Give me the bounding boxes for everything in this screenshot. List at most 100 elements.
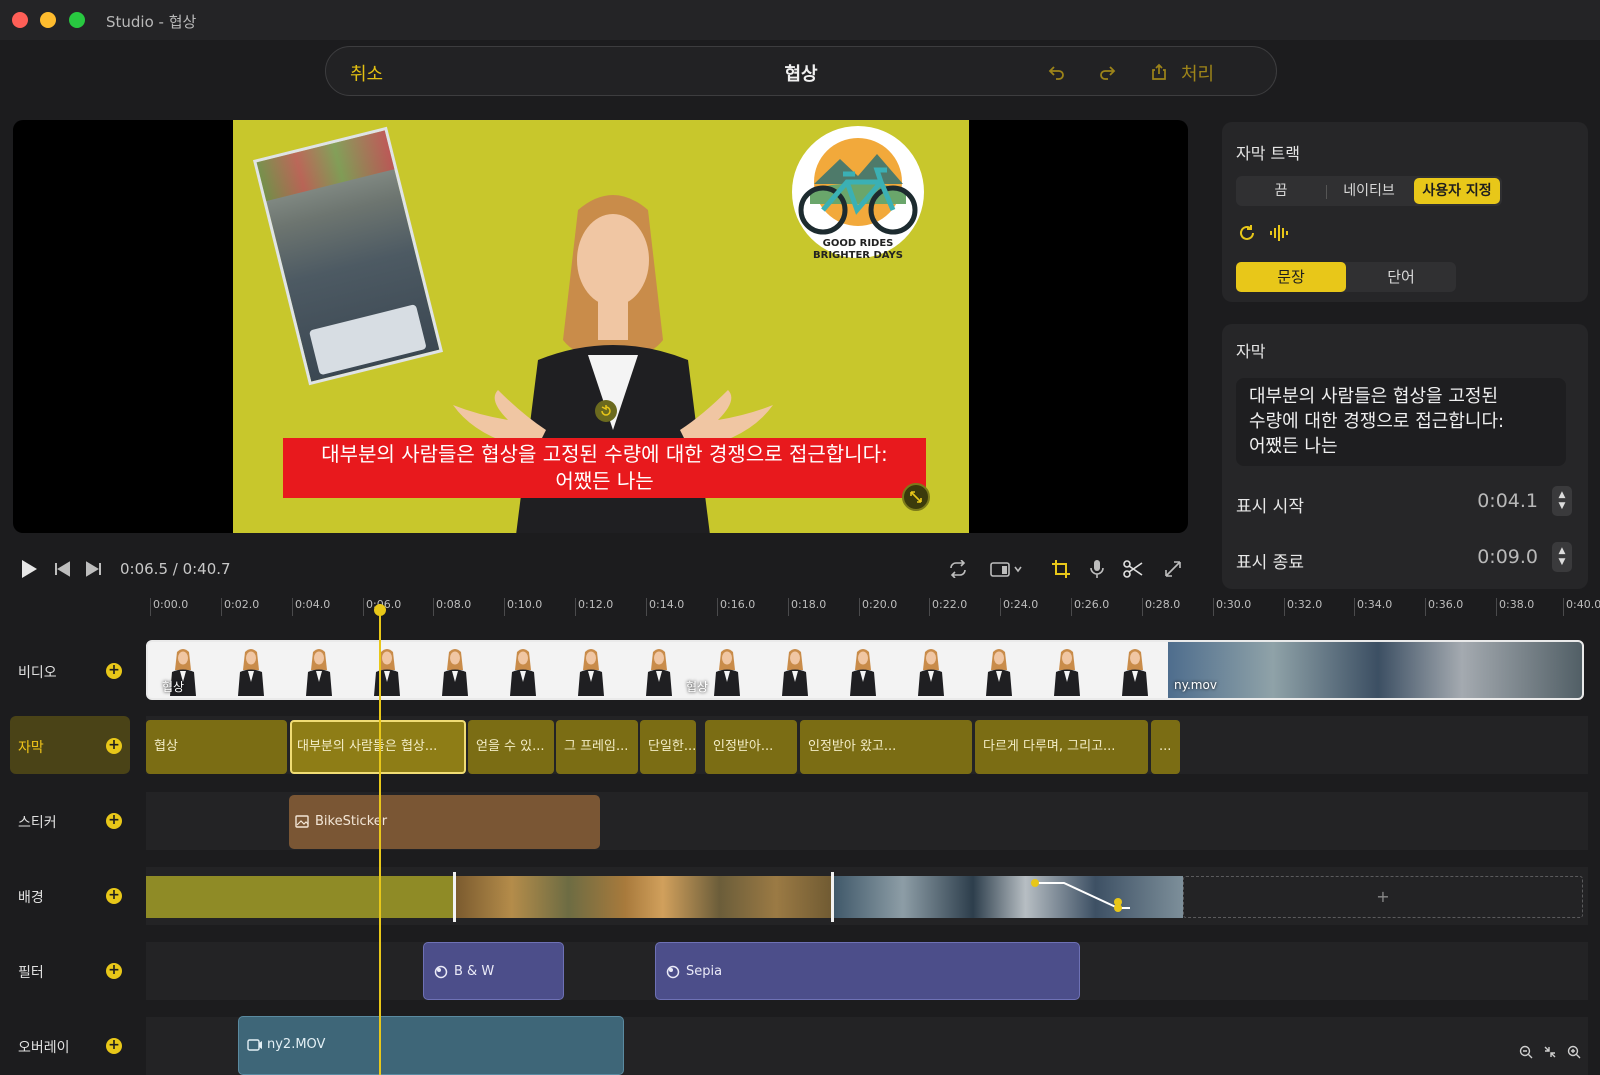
clip-divider[interactable] — [453, 872, 456, 922]
ruler-tick: 0:00.0 — [149, 598, 189, 616]
scissors-icon[interactable] — [1121, 558, 1145, 580]
ruler-tick: 0:10.0 — [503, 598, 543, 616]
mode-off[interactable]: 끔 — [1236, 176, 1326, 206]
ruler-tick: 0:22.0 — [928, 598, 968, 616]
subtitle-clip[interactable]: 그 프레임... — [556, 720, 638, 774]
background-landscape-clip[interactable] — [455, 876, 833, 918]
zoom-in-icon[interactable] — [1566, 1044, 1582, 1060]
track-label-filter[interactable]: 필터 — [18, 962, 44, 982]
rotate-handle[interactable] — [595, 400, 617, 422]
ruler-tick: 0:08.0 — [432, 598, 472, 616]
subtitle-clip[interactable]: 인정받아... — [705, 720, 797, 774]
preview-canvas[interactable]: GOOD RIDES BRIGHTER DAYS 대부분의 사람들은 협상을 고… — [233, 120, 969, 533]
refresh-icon[interactable] — [1236, 222, 1258, 244]
unit-sentence[interactable]: 문장 — [1236, 262, 1346, 292]
ruler-tick: 0:40.0 — [1562, 598, 1600, 616]
subtitle-clip[interactable]: 협상 — [146, 720, 287, 774]
window-title: Studio - 협상 — [106, 13, 197, 31]
video-thumbnail — [916, 648, 946, 696]
end-stepper[interactable]: ▲ ▼ — [1552, 542, 1572, 572]
sticker-clip[interactable]: BikeSticker — [289, 795, 600, 849]
subtitle-unit-selector: 문장 단어 — [1236, 262, 1456, 292]
add-background-slot[interactable]: + — [1183, 876, 1583, 918]
step-forward-icon[interactable] — [82, 558, 104, 580]
filter-clip-label: B & W — [454, 964, 495, 979]
caption-overlay[interactable]: 대부분의 사람들은 협상을 고정된 수량에 대한 경쟁으로 접근합니다: 어쨌든… — [283, 438, 926, 498]
filter-clip[interactable]: Sepia — [655, 942, 1080, 1000]
subtitle-clip[interactable]: 다르게 다루며, 그리고... — [975, 720, 1148, 774]
track-label-subtitle[interactable]: 자막 — [18, 737, 44, 757]
video-thumbnail — [576, 648, 606, 696]
video-thumbnail — [304, 648, 334, 696]
subtitle-track-heading: 자막 트랙 — [1236, 144, 1300, 163]
subtitle-clip[interactable]: 얻을 수 있... — [468, 720, 554, 774]
add-sticker-button[interactable]: + — [106, 813, 122, 829]
add-filter-button[interactable]: + — [106, 963, 122, 979]
filter-clip[interactable]: B & W — [423, 942, 564, 1000]
track-label-sticker[interactable]: 스티커 — [18, 812, 57, 832]
mode-native[interactable]: 네이티브 — [1326, 176, 1412, 206]
track-label-background[interactable]: 배경 — [18, 887, 44, 907]
timeline-ruler[interactable]: 0:00.0 0:02.0 0:04.0 0:06.0 0:08.0 0:10.… — [146, 598, 1600, 624]
ruler-tick: 0:30.0 — [1212, 598, 1252, 616]
background-color-clip[interactable] — [146, 876, 455, 918]
minimize-window-button[interactable] — [40, 12, 56, 28]
subtitle-text-field[interactable]: 대부분의 사람들은 협상을 고정된 수량에 대한 경쟁으로 접근합니다: 어쨌든… — [1236, 378, 1566, 466]
unit-word[interactable]: 단어 — [1346, 262, 1456, 292]
road-overlay-image[interactable] — [252, 126, 444, 386]
export-icon[interactable] — [1146, 59, 1172, 85]
ruler-tick: 0:32.0 — [1283, 598, 1323, 616]
ruler-tick: 0:28.0 — [1141, 598, 1181, 616]
subtitle-clip[interactable]: 단일한... — [640, 720, 696, 774]
display-start-value[interactable]: 0:04.1 — [1477, 490, 1538, 512]
keyframe-curve[interactable] — [1030, 876, 1170, 918]
video-preview[interactable]: GOOD RIDES BRIGHTER DAYS 대부분의 사람들은 협상을 고… — [13, 120, 1188, 533]
playhead[interactable] — [379, 604, 381, 1075]
resize-handle-icon[interactable] — [902, 483, 930, 511]
display-end-label: 표시 종료 — [1236, 553, 1304, 573]
step-back-icon[interactable] — [52, 558, 74, 580]
microphone-icon[interactable] — [1085, 558, 1109, 580]
undo-icon[interactable] — [1044, 59, 1070, 85]
track-label-overlay[interactable]: 오버레이 — [18, 1037, 70, 1057]
ruler-tick: 0:14.0 — [645, 598, 685, 616]
add-background-button[interactable]: + — [106, 888, 122, 904]
ruler-tick: 0:12.0 — [574, 598, 614, 616]
add-subtitle-button[interactable]: + — [106, 738, 122, 754]
zoom-window-button[interactable] — [69, 12, 85, 28]
add-overlay-button[interactable]: + — [106, 1038, 122, 1054]
video-thumbnail — [508, 648, 538, 696]
loop-icon[interactable] — [946, 558, 970, 580]
video-track-clip[interactable]: 협상 협상 ny.mov — [146, 640, 1584, 700]
zoom-out-icon[interactable] — [1518, 1044, 1534, 1060]
mode-custom[interactable]: 사용자 지정 — [1414, 178, 1500, 204]
process-button[interactable]: 처리 — [1181, 60, 1214, 86]
start-stepper[interactable]: ▲ ▼ — [1552, 486, 1572, 516]
subtitle-clip-selected[interactable]: 대부분의 사람들은 협상... — [290, 720, 466, 774]
ruler-tick: 0:18.0 — [787, 598, 827, 616]
fullscreen-icon[interactable] — [1161, 558, 1185, 580]
video-thumbnail — [712, 648, 742, 696]
clip-divider[interactable] — [831, 872, 834, 922]
add-video-button[interactable]: + — [106, 663, 122, 679]
track-label-video[interactable]: 비디오 — [18, 662, 57, 682]
overlay-clip[interactable]: ny2.MOV — [238, 1016, 624, 1075]
close-window-button[interactable] — [12, 12, 28, 28]
crop-icon[interactable] — [1049, 558, 1073, 580]
video-clip-ny[interactable] — [1168, 642, 1582, 698]
subtitle-clip[interactable]: ... — [1151, 720, 1180, 774]
subtitle-track-panel: 자막 트랙 끔 네이티브 사용자 지정 문장 단어 — [1222, 122, 1588, 302]
subtitle-clip[interactable]: 인정받아 왔고... — [800, 720, 972, 774]
play-icon[interactable] — [18, 558, 40, 580]
display-end-value[interactable]: 0:09.0 — [1477, 546, 1538, 568]
subtitle-panel: 자막 대부분의 사람들은 협상을 고정된 수량에 대한 경쟁으로 접근합니다: … — [1222, 324, 1588, 589]
playhead-handle[interactable] — [374, 604, 386, 616]
ruler-tick: 0:38.0 — [1495, 598, 1535, 616]
ruler-tick: 0:02.0 — [220, 598, 260, 616]
aspect-ratio-dropdown[interactable] — [988, 558, 1026, 580]
waveform-icon[interactable] — [1268, 222, 1290, 244]
fit-zoom-icon[interactable] — [1542, 1044, 1558, 1060]
bike-sticker[interactable]: GOOD RIDES BRIGHTER DAYS — [785, 124, 931, 264]
redo-icon[interactable] — [1094, 59, 1120, 85]
filter-icon — [434, 965, 448, 979]
